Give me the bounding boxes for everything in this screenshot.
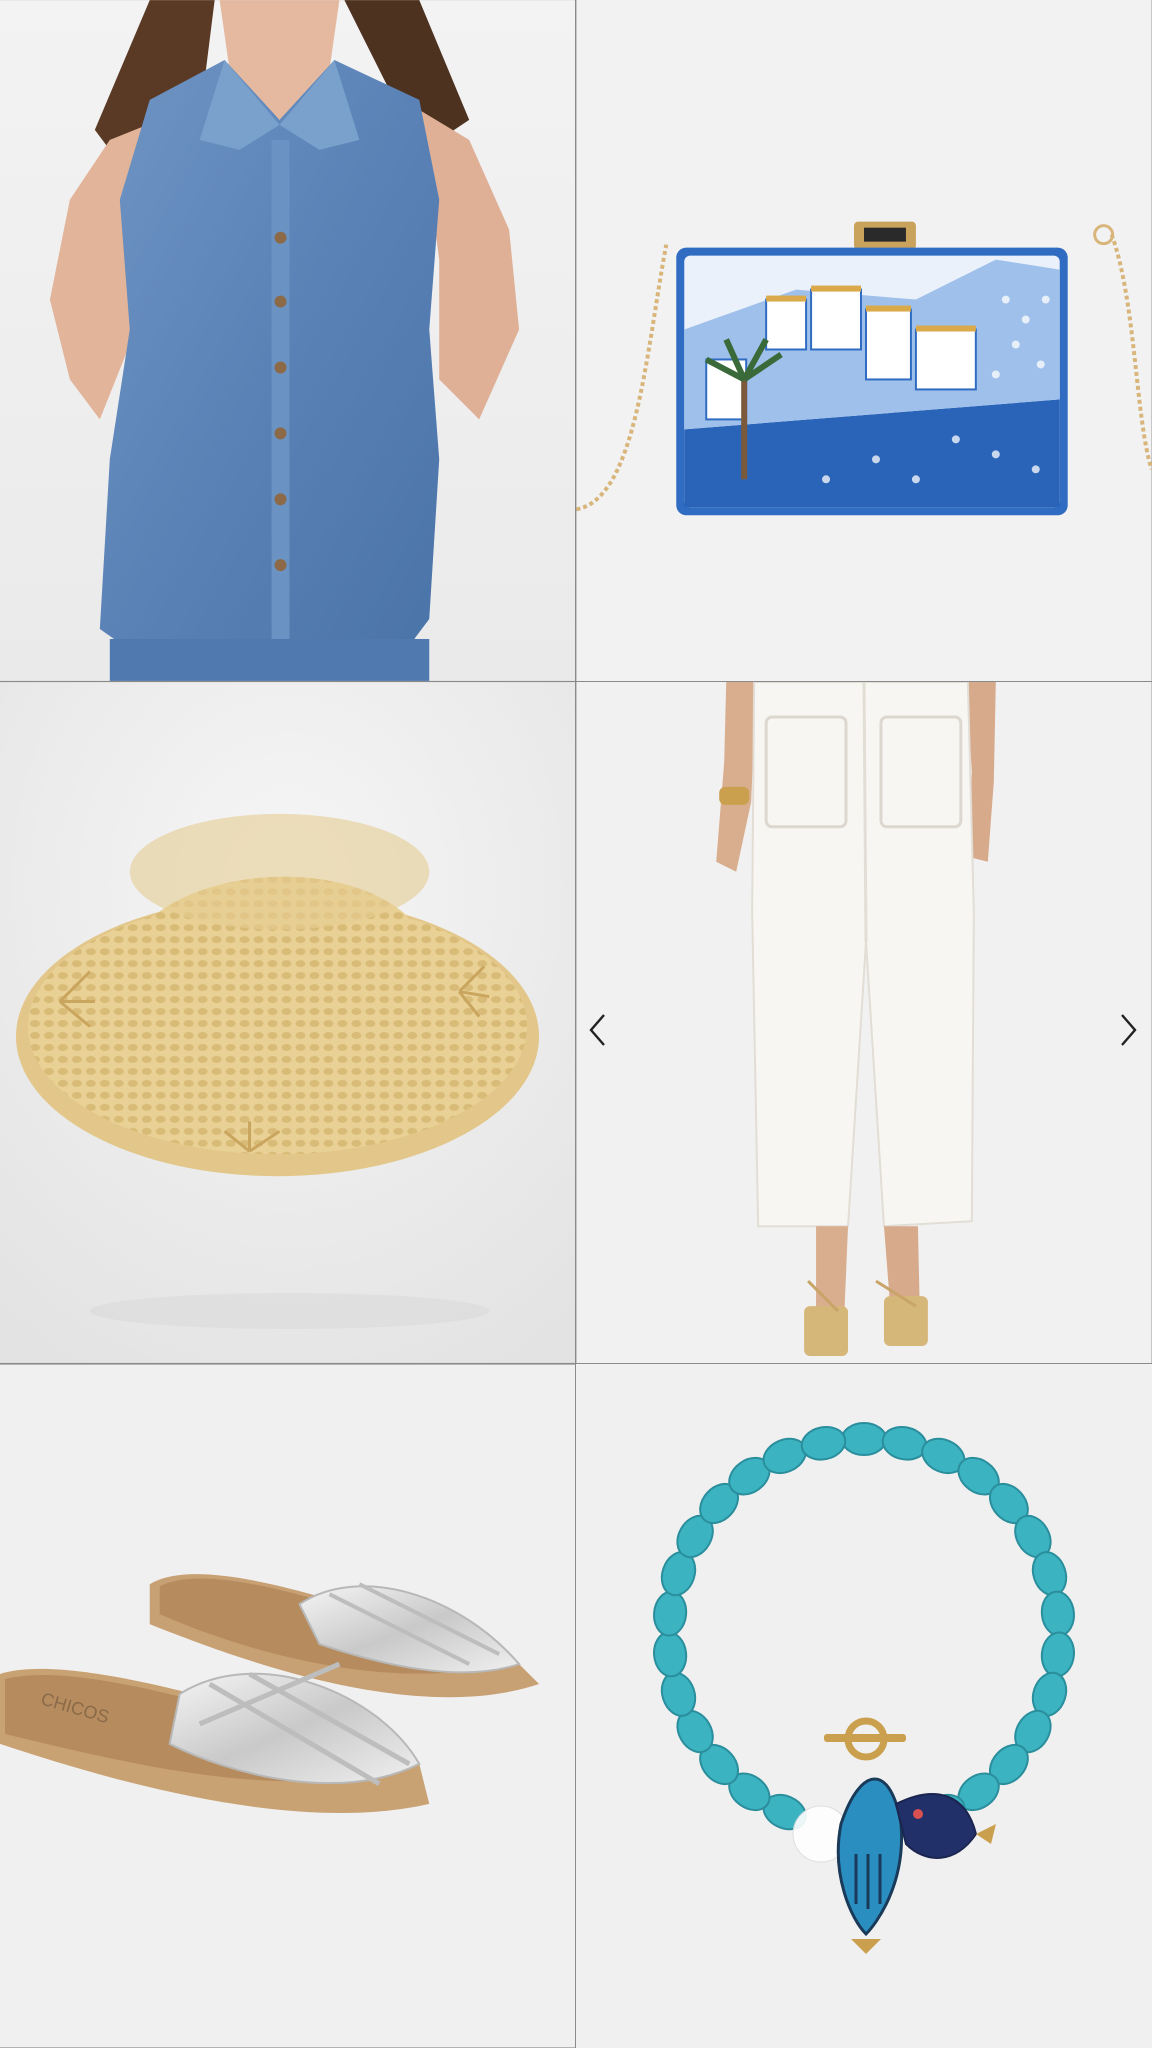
white-pants-image — [576, 682, 1152, 1363]
chevron-right-icon — [1121, 1014, 1137, 1046]
product-image-grid: CHICOS — [0, 0, 1152, 2048]
turquoise-bead — [841, 1422, 887, 1456]
straw-hat-image — [0, 682, 575, 1363]
carousel-next-button[interactable] — [1110, 1008, 1146, 1052]
denim-shirt-image — [0, 0, 575, 681]
tile-denim-shirt[interactable] — [0, 0, 576, 682]
turquoise-bracelet-image — [576, 1364, 1152, 2048]
tile-straw-hat[interactable] — [0, 682, 576, 1364]
tile-turquoise-bracelet[interactable] — [576, 1364, 1152, 2048]
silver-sandals-image: CHICOS — [0, 1364, 575, 2048]
clutch-image — [576, 0, 1152, 681]
tile-clutch[interactable] — [576, 0, 1152, 682]
tile-white-pants[interactable] — [576, 682, 1152, 1364]
carousel-prev-button[interactable] — [580, 1008, 616, 1052]
tile-silver-sandals[interactable]: CHICOS — [0, 1364, 576, 2048]
chevron-left-icon — [589, 1014, 605, 1046]
